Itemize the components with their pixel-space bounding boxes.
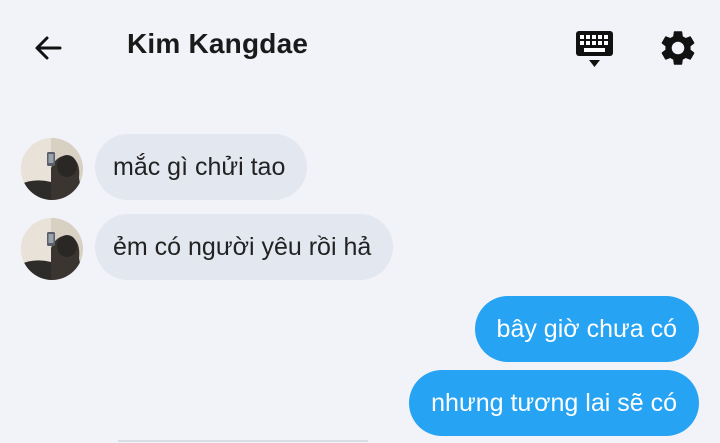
avatar-photo (21, 218, 83, 280)
message-bubble-incoming[interactable]: mắc gì chửi tao (95, 134, 308, 200)
contact-name: Kim Kangdae (127, 28, 309, 59)
settings-button[interactable] (657, 27, 699, 69)
keyboard-button[interactable] (572, 28, 618, 70)
message-bubble-outgoing[interactable]: nhưng tương lai sẽ có (409, 370, 699, 436)
avatar-photo (21, 138, 83, 200)
contact-avatar[interactable] (21, 138, 83, 200)
input-divider (118, 440, 368, 442)
chat-header: Kim Kangdae (0, 0, 720, 95)
gear-icon (661, 31, 695, 65)
arrow-left-icon (35, 36, 62, 60)
keyboard-icon (576, 31, 613, 67)
message-bubble-incoming[interactable]: ẻm có người yêu rồi hả (95, 214, 394, 280)
contact-avatar[interactable] (21, 218, 83, 280)
message-bubble-outgoing[interactable]: bây giờ chưa có (474, 296, 699, 362)
back-button[interactable] (28, 28, 68, 68)
